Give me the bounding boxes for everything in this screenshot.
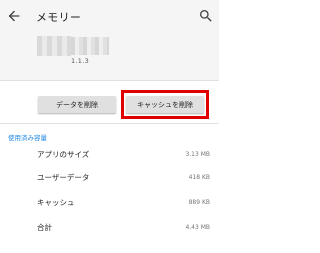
page-title: メモリー: [36, 11, 82, 24]
row-value-cache: 889 KB: [188, 199, 210, 206]
section-title-storage-used: 使用済み容量: [8, 134, 47, 142]
clear-data-button[interactable]: データを削除: [38, 96, 116, 113]
search-icon[interactable]: [198, 8, 214, 24]
row-value-total: 4.43 MB: [185, 224, 210, 231]
divider: [0, 123, 219, 124]
app-version: 1.1.3: [71, 57, 90, 65]
arrow-back-icon[interactable]: [6, 8, 22, 24]
app-name-blurred: [71, 37, 109, 55]
divider: [0, 80, 219, 81]
row-value-user-data: 418 KB: [188, 174, 210, 181]
row-label-user-data: ユーザーデータ: [37, 173, 90, 182]
app-info-header: 1.1.3: [0, 32, 219, 80]
clear-cache-button[interactable]: キャッシュを削除: [126, 96, 204, 113]
row-label-cache: キャッシュ: [37, 198, 75, 207]
row-label-total: 合計: [37, 223, 52, 232]
row-label-app-size: アプリのサイズ: [37, 150, 90, 159]
app-icon-blurred: [37, 36, 71, 56]
row-value-app-size: 3.13 MB: [185, 151, 210, 158]
app-bar: メモリー: [0, 0, 219, 32]
